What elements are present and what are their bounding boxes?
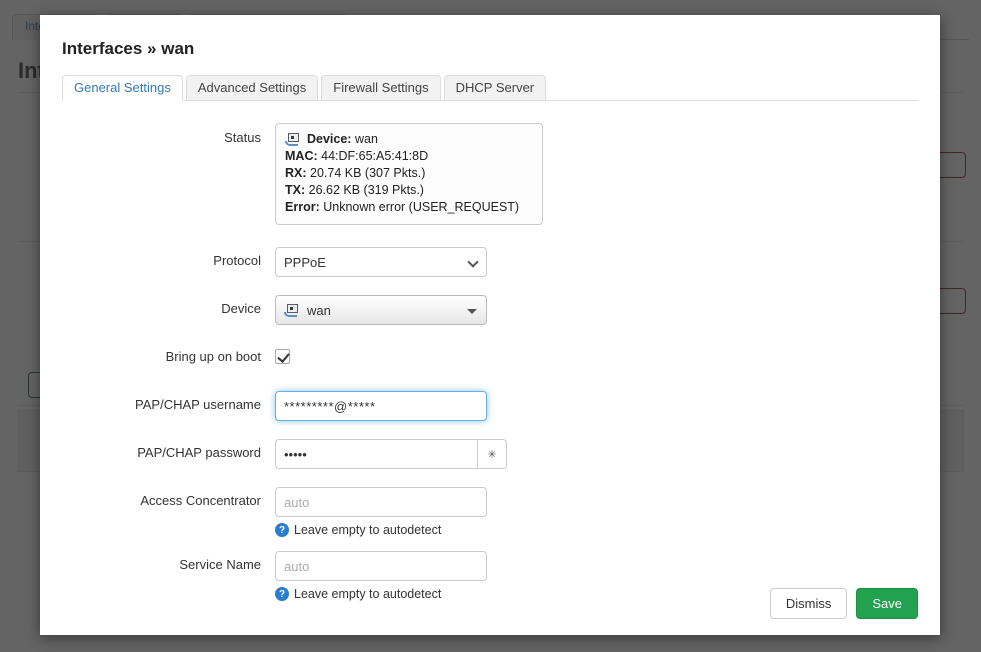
general-settings-form: Status Device: wan MAC: 44:DF:65:A5:41:8…	[62, 123, 918, 601]
chevron-down-icon	[467, 309, 477, 314]
modal-tabs: General Settings Advanced Settings Firew…	[62, 75, 918, 101]
form-row-password: PAP/CHAP password ✳	[62, 439, 918, 469]
status-label: Status	[224, 130, 261, 145]
status-line-tx: TX: 26.62 KB (319 Pkts.)	[285, 182, 533, 199]
status-value-device: wan	[354, 132, 378, 146]
status-value-tx: 26.62 KB (319 Pkts.)	[308, 183, 424, 197]
form-row-bring-up-on-boot: Bring up on boot	[62, 343, 918, 371]
tab-dhcp-server[interactable]: DHCP Server	[443, 75, 547, 101]
status-key-rx: RX:	[285, 166, 307, 180]
form-row-status: Status Device: wan MAC: 44:DF:65:A5:41:8…	[62, 123, 918, 225]
network-interface-icon	[284, 304, 300, 318]
bring-up-on-boot-checkbox[interactable]	[275, 349, 290, 364]
pap-chap-username-input[interactable]	[275, 391, 487, 421]
status-value-mac: 44:DF:65:A5:41:8D	[321, 149, 429, 163]
status-key-tx: TX:	[285, 183, 306, 197]
modal-title: Interfaces » wan	[62, 39, 195, 58]
access-concentrator-hint-text: Leave empty to autodetect	[294, 523, 442, 537]
bring-up-on-boot-label: Bring up on boot	[165, 349, 261, 364]
reveal-password-button[interactable]: ✳	[477, 439, 507, 469]
status-value-error: Unknown error (USER_REQUEST)	[323, 200, 520, 214]
help-icon: ?	[275, 523, 289, 537]
status-value-rx: 20.74 KB (307 Pkts.)	[310, 166, 426, 180]
form-row-device: Device wan	[62, 295, 918, 325]
modal-footer: Dismiss Save	[769, 588, 918, 619]
form-row-username: PAP/CHAP username	[62, 391, 918, 421]
interface-config-modal: Interfaces » wan General Settings Advanc…	[40, 15, 940, 635]
tab-firewall-settings[interactable]: Firewall Settings	[321, 75, 441, 101]
service-name-label: Service Name	[179, 557, 261, 572]
access-concentrator-label: Access Concentrator	[140, 493, 261, 508]
tab-general-settings[interactable]: General Settings	[62, 75, 183, 101]
access-concentrator-input[interactable]	[275, 487, 487, 517]
access-concentrator-hint: ? Leave empty to autodetect	[275, 523, 918, 537]
help-icon: ?	[275, 587, 289, 601]
status-line-mac: MAC: 44:DF:65:A5:41:8D	[285, 148, 533, 165]
network-interface-icon	[285, 133, 301, 147]
status-key-device: Device:	[307, 132, 352, 146]
tab-advanced-settings[interactable]: Advanced Settings	[185, 75, 319, 101]
form-row-access-concentrator: Access Concentrator ? Leave empty to aut…	[62, 487, 918, 537]
service-name-input[interactable]	[275, 551, 487, 581]
service-name-hint-text: Leave empty to autodetect	[294, 587, 442, 601]
status-line-error: Error: Unknown error (USER_REQUEST)	[285, 199, 533, 216]
pap-chap-password-input[interactable]	[275, 439, 477, 469]
protocol-label: Protocol	[213, 253, 261, 268]
username-label: PAP/CHAP username	[135, 397, 261, 412]
status-box: Device: wan MAC: 44:DF:65:A5:41:8D RX: 2…	[275, 123, 543, 225]
save-button[interactable]: Save	[856, 588, 918, 619]
form-row-protocol: Protocol PPPoE	[62, 247, 918, 277]
status-key-error: Error:	[285, 200, 320, 214]
device-selected-value: wan	[307, 302, 331, 318]
status-line-rx: RX: 20.74 KB (307 Pkts.)	[285, 165, 533, 182]
status-key-mac: MAC:	[285, 149, 318, 163]
device-dropdown[interactable]: wan	[275, 295, 487, 325]
protocol-select[interactable]: PPPoE	[275, 247, 487, 277]
password-label: PAP/CHAP password	[137, 445, 261, 460]
device-label: Device	[221, 301, 261, 316]
status-line-device: Device: wan	[307, 131, 378, 148]
dismiss-button[interactable]: Dismiss	[769, 588, 848, 619]
